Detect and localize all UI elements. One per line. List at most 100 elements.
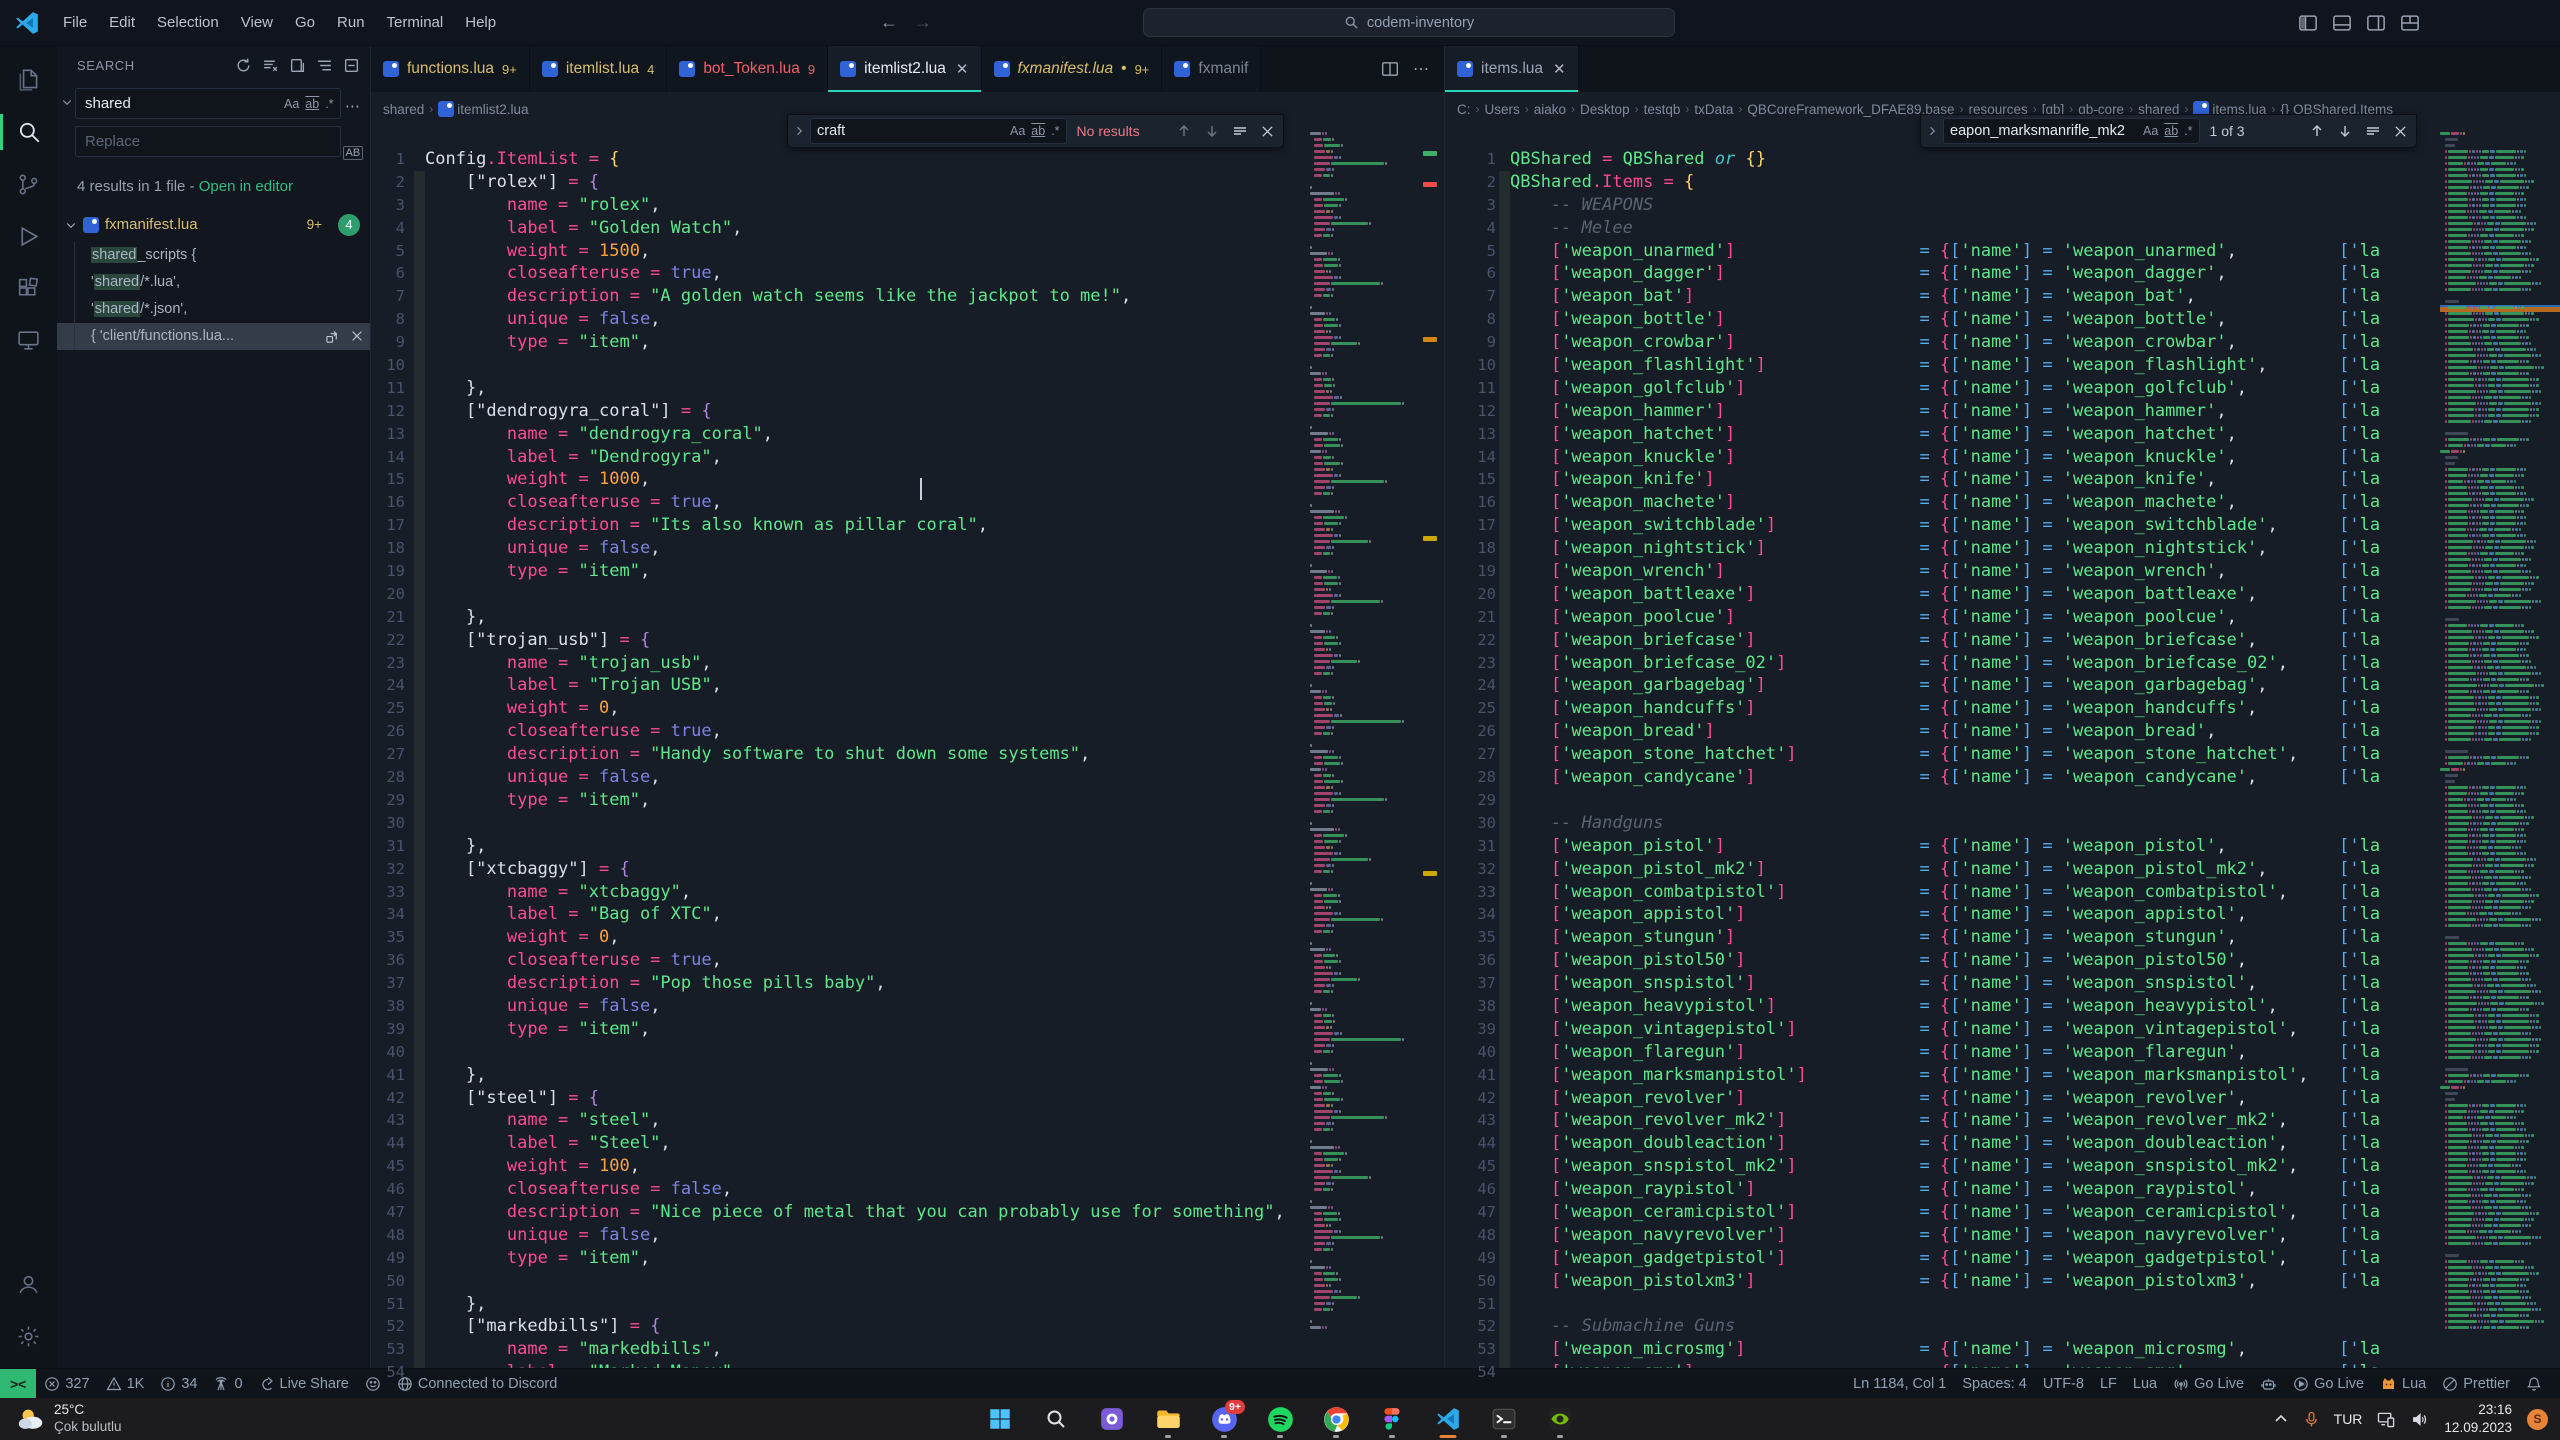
taskbar-app-nvidia[interactable] [1536, 1399, 1584, 1439]
code-line[interactable]: ['weapon_bread'] = {['name'] = 'weapon_b… [1510, 720, 2440, 743]
taskbar-app-medal[interactable] [1088, 1399, 1136, 1439]
search-result-row[interactable]: shared_scripts { [57, 242, 370, 269]
line-number[interactable]: 37 [371, 972, 405, 995]
line-number[interactable]: 39 [1445, 1018, 1496, 1041]
regex-icon[interactable]: .* [2184, 124, 2192, 138]
status-item-utf-8[interactable]: UTF-8 [2035, 1369, 2092, 1398]
code-line[interactable]: ["markedbills"] = { [425, 1315, 1305, 1338]
tray-overflow-chevron-icon[interactable] [2273, 1411, 2289, 1427]
tab-itemlist2-lua[interactable]: itemlist2.lua✕ [828, 46, 981, 92]
code-line[interactable]: ['weapon_unarmed'] = {['name'] = 'weapon… [1510, 240, 2440, 263]
line-number[interactable]: 48 [1445, 1224, 1496, 1247]
code-line[interactable]: ['weapon_pistol_mk2'] = {['name'] = 'wea… [1510, 858, 2440, 881]
search-result-row[interactable]: { 'client/functions.lua... [57, 323, 370, 350]
code-line[interactable]: }, [425, 835, 1305, 858]
code-line[interactable] [425, 1041, 1305, 1064]
menu-terminal[interactable]: Terminal [378, 10, 453, 35]
code-line[interactable]: unique = false, [425, 537, 1305, 560]
line-number[interactable]: 18 [1445, 537, 1496, 560]
line-number[interactable]: 13 [1445, 423, 1496, 446]
line-number[interactable]: 30 [371, 812, 405, 835]
line-number[interactable]: 31 [1445, 835, 1496, 858]
code-line[interactable]: ['weapon_hatchet'] = {['name'] = 'weapon… [1510, 423, 2440, 446]
line-number[interactable]: 19 [371, 560, 405, 583]
code-line[interactable]: description = "A golden watch seems like… [425, 285, 1305, 308]
line-number[interactable]: 52 [371, 1315, 405, 1338]
line-number[interactable]: 6 [1445, 262, 1496, 285]
activity-remote-icon[interactable] [0, 314, 57, 366]
find-prev-icon[interactable] [2309, 123, 2325, 139]
status-item-bell[interactable] [2518, 1369, 2550, 1398]
tab-functions-lua[interactable]: functions.lua9+ [371, 46, 530, 92]
code-line[interactable]: type = "item", [425, 1018, 1305, 1041]
microphone-icon[interactable] [2304, 1411, 2319, 1428]
code-line[interactable]: name = "steel", [425, 1109, 1305, 1132]
code-line[interactable]: ['weapon_briefcase'] = {['name'] = 'weap… [1510, 629, 2440, 652]
code-line[interactable]: ['weapon_ceramicpistol'] = {['name'] = '… [1510, 1201, 2440, 1224]
line-number[interactable]: 5 [371, 240, 405, 263]
code-line[interactable]: name = "dendrogyra_coral", [425, 423, 1305, 446]
code-line[interactable]: -- Submachine Guns [1510, 1315, 2440, 1338]
minimap-right[interactable] [2440, 126, 2560, 1368]
taskbar-app-figma[interactable] [1368, 1399, 1416, 1439]
toggle-secondary-sidebar-icon[interactable] [2366, 13, 2386, 33]
replace-all-icon[interactable]: AB [343, 146, 364, 160]
more-actions-icon[interactable]: ⋯ [1413, 59, 1430, 79]
line-number[interactable]: 33 [371, 881, 405, 904]
line-number[interactable]: 16 [1445, 491, 1496, 514]
code-line[interactable]: QBShared = QBShared or {} [1510, 148, 2440, 171]
breadcrumb-item[interactable]: Users [1485, 102, 1520, 117]
line-number[interactable]: 34 [371, 903, 405, 926]
line-number[interactable]: 42 [371, 1087, 405, 1110]
line-number[interactable]: 45 [371, 1155, 405, 1178]
line-number[interactable]: 9 [371, 331, 405, 354]
status-item-lua[interactable]: Lua [2372, 1369, 2434, 1398]
breadcrumb-item[interactable]: Desktop [1580, 102, 1630, 117]
line-number[interactable]: 39 [371, 1018, 405, 1041]
line-number[interactable]: 23 [371, 652, 405, 675]
code-line[interactable]: unique = false, [425, 1224, 1305, 1247]
customize-layout-icon[interactable] [2400, 13, 2420, 33]
activity-run-debug-icon[interactable] [0, 210, 57, 262]
code-line[interactable]: label = "Golden Watch", [425, 217, 1305, 240]
taskbar-app-explorer[interactable] [1144, 1399, 1192, 1439]
menu-selection[interactable]: Selection [148, 10, 228, 35]
code-line[interactable]: -- Handguns [1510, 812, 2440, 835]
line-number[interactable]: 43 [1445, 1109, 1496, 1132]
line-number[interactable]: 13 [371, 423, 405, 446]
language-indicator[interactable]: TUR [2334, 1411, 2363, 1427]
code-line[interactable]: ['weapon_garbagebag'] = {['name'] = 'wea… [1510, 674, 2440, 697]
activity-explorer-icon[interactable] [0, 54, 57, 106]
match-case-icon[interactable]: Aa [2143, 124, 2158, 138]
line-number[interactable]: 22 [1445, 629, 1496, 652]
line-number[interactable]: 7 [1445, 285, 1496, 308]
line-number[interactable]: 45 [1445, 1155, 1496, 1178]
line-number[interactable]: 3 [371, 194, 405, 217]
code-line[interactable]: unique = false, [425, 995, 1305, 1018]
line-number[interactable]: 17 [371, 514, 405, 537]
whole-word-icon[interactable]: ab [305, 97, 319, 111]
code-line[interactable]: }, [425, 1064, 1305, 1087]
line-number[interactable]: 35 [1445, 926, 1496, 949]
code-line[interactable]: ['weapon_vintagepistol'] = {['name'] = '… [1510, 1018, 2440, 1041]
close-tab-icon[interactable]: ✕ [1553, 60, 1566, 78]
remote-indicator[interactable]: >< [0, 1369, 36, 1398]
line-number[interactable]: 6 [371, 262, 405, 285]
code-line[interactable]: description = "Pop those pills baby", [425, 972, 1305, 995]
status-item-connected-to-discord[interactable]: Connected to Discord [389, 1369, 565, 1398]
line-number[interactable]: 28 [371, 766, 405, 789]
code-line[interactable]: closeafteruse = false, [425, 1178, 1305, 1201]
status-item-live-share[interactable]: Live Share [251, 1369, 357, 1398]
line-number[interactable]: 46 [1445, 1178, 1496, 1201]
code-line[interactable]: ['weapon_battleaxe'] = {['name'] = 'weap… [1510, 583, 2440, 606]
code-line[interactable]: ['weapon_poolcue'] = {['name'] = 'weapon… [1510, 606, 2440, 629]
line-number[interactable]: 17 [1445, 514, 1496, 537]
nav-back-icon[interactable]: ← [880, 12, 898, 33]
breadcrumb-item[interactable]: itemlist2.lua [457, 102, 528, 117]
open-in-editor-link[interactable]: Open in editor [199, 178, 293, 195]
command-center[interactable]: codem-inventory [1143, 8, 1675, 37]
line-number[interactable]: 12 [371, 400, 405, 423]
code-line[interactable]: ['weapon_combatpistol'] = {['name'] = 'w… [1510, 881, 2440, 904]
status-item-go-live[interactable]: Go Live [2285, 1369, 2372, 1398]
breadcrumb-item[interactable]: shared [383, 102, 424, 117]
